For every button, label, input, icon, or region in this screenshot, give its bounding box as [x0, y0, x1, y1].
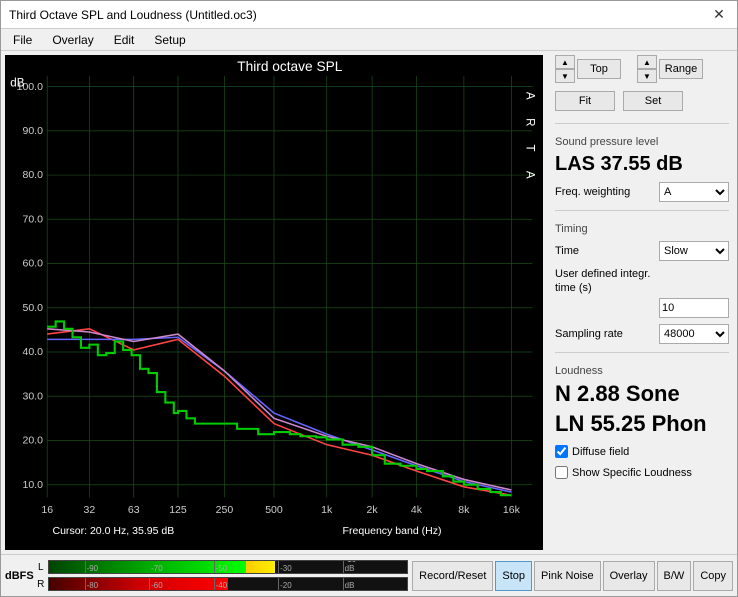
stop-button[interactable]: Stop	[495, 561, 532, 591]
svg-text:40.0: 40.0	[22, 346, 43, 358]
freq-weighting-label: Freq. weighting	[555, 186, 630, 198]
spl-value: LAS 37.55 dB	[555, 152, 729, 176]
overlay-button[interactable]: Overlay	[603, 561, 655, 591]
divider-3	[555, 352, 729, 353]
svg-text:50.0: 50.0	[22, 302, 43, 314]
user-integ-row: User defined integr. time (s)	[555, 267, 729, 318]
title-bar: Third Octave SPL and Loudness (Untitled.…	[1, 1, 737, 29]
timing-section-label: Timing	[555, 223, 729, 235]
divider-2	[555, 210, 729, 211]
svg-text:70.0: 70.0	[22, 213, 43, 225]
svg-text:16: 16	[41, 504, 53, 516]
chart-area: 100.0 90.0 80.0 70.0 60.0 50.0 40.0 30.0…	[5, 55, 543, 550]
copy-button[interactable]: Copy	[693, 561, 733, 591]
top-down-button[interactable]: ▼	[555, 69, 575, 83]
svg-text:500: 500	[265, 504, 283, 516]
sampling-rate-select[interactable]: 48000 44100	[659, 324, 729, 344]
spl-section-label: Sound pressure level	[555, 136, 729, 148]
user-integ-input[interactable]	[659, 298, 729, 318]
pink-noise-button[interactable]: Pink Noise	[534, 561, 601, 591]
svg-text:R: R	[523, 118, 535, 126]
menu-edit[interactable]: Edit	[106, 31, 143, 49]
menu-setup[interactable]: Setup	[146, 31, 193, 49]
svg-text:10.0: 10.0	[22, 479, 43, 491]
range-arrow-pair: ▲ ▼	[637, 55, 657, 83]
bottom-bar: dBFS L -90 -70 -50	[1, 554, 737, 596]
top-arrow-pair: ▲ ▼	[555, 55, 575, 83]
freq-weighting-row: Freq. weighting A B C Z	[555, 182, 729, 202]
diffuse-field-label: Diffuse field	[572, 446, 629, 458]
top-button[interactable]: Top	[577, 59, 621, 79]
svg-text:8k: 8k	[458, 504, 470, 516]
svg-text:63: 63	[128, 504, 140, 516]
action-buttons: Record/Reset Stop Pink Noise Overlay B/W…	[412, 561, 733, 591]
top-up-button[interactable]: ▲	[555, 55, 575, 69]
svg-text:Cursor: 20.0 Hz, 35.95 dB: Cursor: 20.0 Hz, 35.95 dB	[52, 525, 174, 537]
sampling-rate-label: Sampling rate	[555, 328, 623, 340]
svg-text:Frequency band (Hz): Frequency band (Hz)	[343, 525, 442, 537]
svg-text:4k: 4k	[411, 504, 423, 516]
time-row: Time Slow Fast	[555, 241, 729, 261]
menu-overlay[interactable]: Overlay	[44, 31, 101, 49]
channel-l-label: L	[36, 562, 46, 573]
svg-text:dB: dB	[10, 78, 24, 90]
meter-row-l: L -90 -70 -50 -30	[36, 559, 408, 575]
divider-1	[555, 123, 729, 124]
svg-text:A: A	[523, 92, 535, 100]
window-title: Third Octave SPL and Loudness (Untitled.…	[9, 8, 257, 22]
svg-text:T: T	[523, 145, 535, 152]
dbfs-label: dBFS	[5, 570, 34, 582]
svg-text:90.0: 90.0	[22, 125, 43, 137]
close-button[interactable]: ✕	[709, 5, 729, 25]
range-control-group: ▲ ▼ Range	[637, 55, 703, 83]
main-window: Third Octave SPL and Loudness (Untitled.…	[0, 0, 738, 597]
time-select[interactable]: Slow Fast	[659, 241, 729, 261]
diffuse-field-row: Diffuse field	[555, 445, 729, 458]
top-arrows: ▲ ▼ Top	[555, 55, 621, 83]
svg-text:Third octave SPL: Third octave SPL	[237, 59, 342, 74]
range-down-button[interactable]: ▼	[637, 69, 657, 83]
sampling-rate-row: Sampling rate 48000 44100	[555, 324, 729, 344]
svg-text:125: 125	[169, 504, 187, 516]
svg-text:2k: 2k	[367, 504, 379, 516]
meter-section: L -90 -70 -50 -30	[36, 559, 408, 592]
top-control-group: ▲ ▼ Top	[555, 55, 621, 83]
svg-text:80.0: 80.0	[22, 169, 43, 181]
user-integ-label: User defined integr. time (s)	[555, 267, 665, 296]
show-specific-row: Show Specific Loudness	[555, 466, 729, 479]
freq-weighting-select[interactable]: A B C Z	[659, 182, 729, 202]
svg-text:16k: 16k	[503, 504, 521, 516]
fit-button[interactable]: Fit	[555, 91, 615, 111]
meter-row-r: R -80 -60 -40 -20 dB	[36, 576, 408, 592]
svg-text:250: 250	[216, 504, 234, 516]
show-specific-checkbox[interactable]	[555, 466, 568, 479]
loudness-section-label: Loudness	[555, 365, 729, 377]
svg-text:30.0: 30.0	[22, 390, 43, 402]
chart-svg: 100.0 90.0 80.0 70.0 60.0 50.0 40.0 30.0…	[5, 55, 543, 550]
record-reset-button[interactable]: Record/Reset	[412, 561, 493, 591]
range-up-button[interactable]: ▲	[637, 55, 657, 69]
range-button[interactable]: Range	[659, 59, 703, 79]
right-panel: ▲ ▼ Top ▲ ▼ Range	[547, 51, 737, 554]
svg-text:60.0: 60.0	[22, 258, 43, 270]
show-specific-label: Show Specific Loudness	[572, 467, 692, 479]
loudness-n-value: N 2.88 Sone	[555, 381, 729, 407]
set-button[interactable]: Set	[623, 91, 683, 111]
svg-text:20.0: 20.0	[22, 435, 43, 447]
svg-text:A: A	[523, 171, 535, 179]
diffuse-field-checkbox[interactable]	[555, 445, 568, 458]
main-content: 100.0 90.0 80.0 70.0 60.0 50.0 40.0 30.0…	[1, 51, 737, 554]
loudness-ln-value: LN 55.25 Phon	[555, 411, 729, 437]
svg-text:32: 32	[84, 504, 96, 516]
range-arrows: ▲ ▼ Range	[637, 55, 703, 83]
svg-text:1k: 1k	[321, 504, 333, 516]
bw-button[interactable]: B/W	[657, 561, 692, 591]
menu-file[interactable]: File	[5, 31, 40, 49]
time-label: Time	[555, 245, 579, 257]
channel-r-label: R	[36, 579, 46, 590]
menu-bar: File Overlay Edit Setup	[1, 29, 737, 51]
top-range-controls: ▲ ▼ Top ▲ ▼ Range	[555, 55, 729, 83]
